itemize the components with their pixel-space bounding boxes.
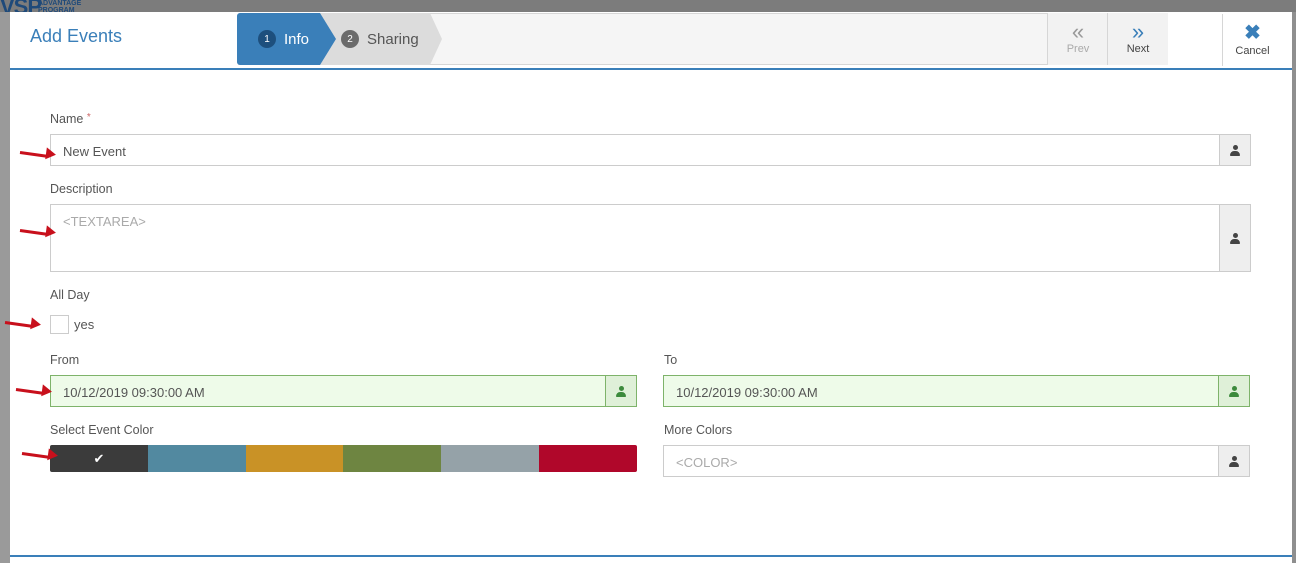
prev-label: Prev [1066, 43, 1090, 55]
more-colors-user-addon[interactable] [1218, 446, 1249, 476]
more-colors-field[interactable]: <COLOR> [663, 445, 1250, 477]
next-label: Next [1126, 43, 1150, 55]
double-chevron-right-icon: » [1131, 19, 1145, 44]
name-value: New Event [63, 144, 126, 159]
event-color-picker: ✔ [50, 445, 637, 472]
more-colors-label: More Colors [664, 423, 733, 437]
color-swatch[interactable] [343, 445, 442, 472]
color-swatch[interactable] [441, 445, 540, 472]
double-chevron-left-icon: « [1071, 19, 1085, 44]
background-page-strip [0, 0, 1296, 12]
user-icon [616, 385, 626, 397]
close-icon: ✖ [1244, 22, 1261, 44]
step-label: Sharing [367, 30, 419, 48]
to-value: 10/12/2019 09:30:00 AM [676, 385, 818, 400]
step-sharing[interactable]: 2 Sharing [320, 13, 442, 65]
annotation-arrow-icon [20, 226, 58, 236]
color-swatch[interactable]: ✔ [50, 445, 148, 472]
add-events-modal: Add Events 1 Info 2 Sharing « Prev » Nex… [10, 12, 1292, 563]
user-icon [1230, 232, 1240, 244]
allday-checkbox[interactable] [50, 315, 69, 334]
from-label: From [50, 353, 80, 367]
color-swatch[interactable] [147, 445, 246, 472]
color-swatch[interactable] [539, 445, 637, 472]
user-icon [1230, 144, 1240, 156]
annotation-arrow-icon [22, 449, 60, 459]
color-swatch[interactable] [245, 445, 344, 472]
more-colors-placeholder: <COLOR> [676, 455, 738, 470]
step-label: Info [284, 30, 310, 48]
prev-button[interactable]: « Prev [1047, 13, 1108, 65]
annotation-arrow-icon [16, 385, 54, 395]
to-datetime-field[interactable]: 10/12/2019 09:30:00 AM [663, 375, 1250, 407]
cancel-label: Cancel [1235, 45, 1270, 57]
annotation-arrow-icon [20, 148, 58, 158]
annotation-arrow-icon [5, 318, 43, 328]
modal-header: Add Events 1 Info 2 Sharing « Prev » Nex… [10, 12, 1292, 70]
from-user-addon[interactable] [605, 376, 636, 406]
name-field[interactable]: New Event [50, 134, 1251, 166]
to-label: To [664, 353, 678, 367]
description-placeholder: <TEXTAREA> [63, 214, 146, 229]
name-user-addon[interactable] [1219, 135, 1250, 165]
name-label: Name * [50, 112, 91, 126]
next-button[interactable]: » Next [1107, 13, 1168, 65]
allday-label: All Day [50, 288, 90, 302]
modal-title: Add Events [30, 26, 123, 46]
checkmark-icon: ✔ [93, 450, 105, 466]
user-icon [1229, 385, 1239, 397]
description-user-addon[interactable] [1219, 205, 1250, 271]
background-page-edge [0, 12, 10, 563]
from-datetime-field[interactable]: 10/12/2019 09:30:00 AM [50, 375, 637, 407]
from-value: 10/12/2019 09:30:00 AM [63, 385, 205, 400]
step-number: 2 [341, 30, 359, 48]
modal-bottom-border [10, 555, 1292, 557]
description-label: Description [50, 182, 113, 196]
user-icon [1229, 455, 1239, 467]
wizard-steps: 1 Info 2 Sharing « Prev » Next [237, 13, 1168, 65]
allday-option-label: yes [74, 317, 95, 332]
description-textarea[interactable]: <TEXTAREA> [50, 204, 1251, 272]
step-info[interactable]: 1 Info [237, 13, 336, 65]
event-color-label: Select Event Color [50, 423, 154, 437]
to-user-addon[interactable] [1218, 376, 1249, 406]
step-number: 1 [258, 30, 276, 48]
required-marker: * [86, 112, 91, 123]
cancel-button[interactable]: ✖ Cancel [1222, 14, 1282, 66]
